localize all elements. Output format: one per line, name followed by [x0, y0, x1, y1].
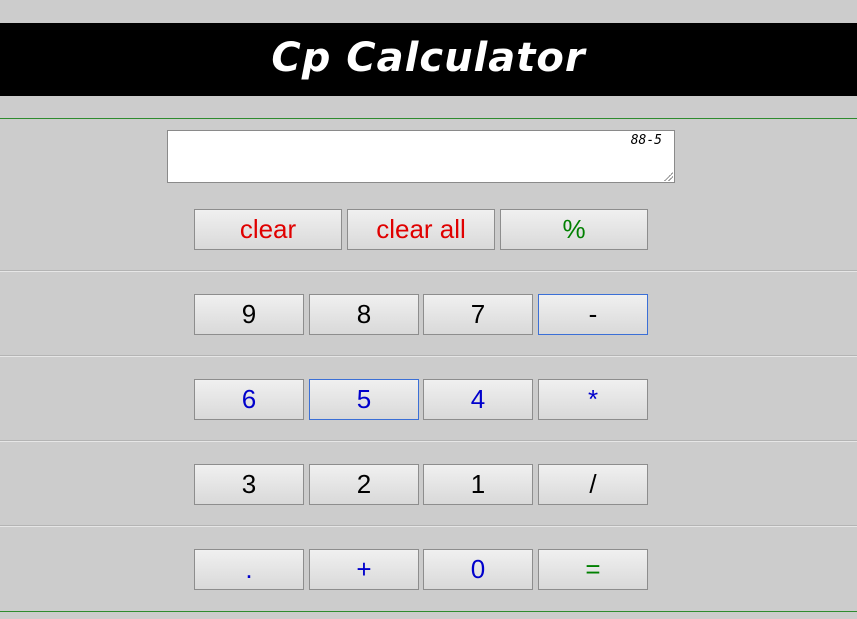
minus-button[interactable]: - — [538, 294, 648, 335]
equals-button[interactable]: = — [538, 549, 648, 590]
digit-8-button[interactable]: 8 — [309, 294, 419, 335]
bottom-divider — [0, 611, 857, 612]
digit-0-button[interactable]: 0 — [423, 549, 533, 590]
row-divider — [0, 525, 857, 527]
clear-button[interactable]: clear — [194, 209, 342, 250]
digit-9-button[interactable]: 9 — [194, 294, 304, 335]
multiply-button[interactable]: * — [538, 379, 648, 420]
top-divider — [0, 118, 857, 119]
digit-4-button[interactable]: 4 — [423, 379, 533, 420]
expression-text: 88-5 — [630, 133, 662, 148]
resize-handle-icon[interactable] — [663, 171, 673, 181]
row-divider — [0, 355, 857, 357]
digit-6-button[interactable]: 6 — [194, 379, 304, 420]
plus-button[interactable]: + — [309, 549, 419, 590]
digit-5-button[interactable]: 5 — [309, 379, 419, 420]
title-bar: Cp Calculator — [0, 23, 857, 96]
digit-7-button[interactable]: 7 — [423, 294, 533, 335]
row-divider — [0, 440, 857, 442]
digit-1-button[interactable]: 1 — [423, 464, 533, 505]
digit-2-button[interactable]: 2 — [309, 464, 419, 505]
percent-button[interactable]: % — [500, 209, 648, 250]
row-divider — [0, 270, 857, 272]
clear-all-button[interactable]: clear all — [347, 209, 495, 250]
page-title: Cp Calculator — [271, 34, 586, 81]
decimal-point-button[interactable]: . — [194, 549, 304, 590]
divide-button[interactable]: / — [538, 464, 648, 505]
digit-3-button[interactable]: 3 — [194, 464, 304, 505]
expression-display[interactable]: 88-5 — [167, 130, 675, 183]
